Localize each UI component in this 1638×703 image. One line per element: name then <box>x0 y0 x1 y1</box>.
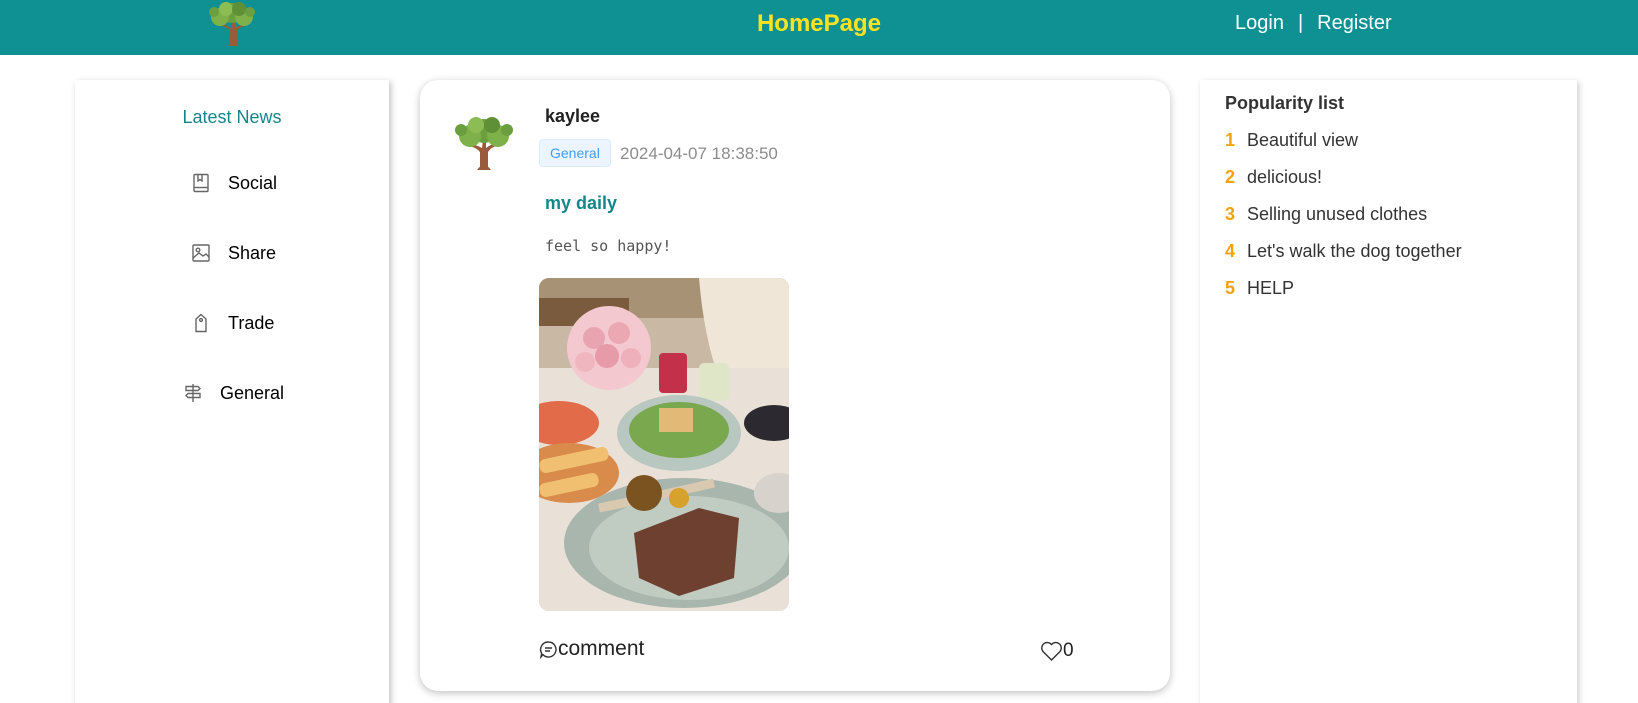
post-card: kaylee General 2024-04-07 18:38:50 my da… <box>420 80 1170 691</box>
popularity-panel: Popularity list 1 Beautiful view 2 delic… <box>1200 80 1577 703</box>
post-photo[interactable] <box>539 278 789 611</box>
user-avatar[interactable] <box>450 114 518 172</box>
auth-separator: | <box>1297 12 1304 34</box>
popularity-title: Popularity list <box>1225 93 1345 113</box>
page-title: HomePage <box>756 10 882 37</box>
price-tag-icon <box>190 312 212 334</box>
register-link[interactable]: Register <box>1317 12 1391 35</box>
popularity-item[interactable]: 5 HELP <box>1225 278 1294 299</box>
sidebar-item-trade[interactable]: Trade <box>190 312 274 334</box>
image-icon <box>190 242 212 264</box>
popularity-item[interactable]: 4 Let's walk the dog together <box>1225 241 1462 262</box>
category-tag: General <box>539 139 611 167</box>
auth-links: Login | Register <box>1235 12 1392 35</box>
popularity-item-label: Let's walk the dog together <box>1247 241 1462 261</box>
sidebar-item-share[interactable]: Share <box>190 242 276 264</box>
post-timestamp: 2024-04-07 18:38:50 <box>620 144 778 163</box>
popularity-item[interactable]: 1 Beautiful view <box>1225 130 1358 151</box>
comment-label: comment <box>558 637 645 660</box>
book-icon <box>190 172 212 194</box>
popularity-item-label: Selling unused clothes <box>1247 204 1428 224</box>
post-username[interactable]: kaylee <box>545 106 600 127</box>
top-navbar: HomePage Login | Register <box>0 0 1638 55</box>
rank-number: 5 <box>1225 278 1236 298</box>
signpost-icon <box>182 382 204 404</box>
rank-number: 4 <box>1225 241 1236 261</box>
popularity-item-label: delicious! <box>1247 167 1323 187</box>
sidebar-title: Latest News <box>182 107 282 127</box>
popularity-item[interactable]: 3 Selling unused clothes <box>1225 204 1427 225</box>
sidebar-item-general[interactable]: General <box>182 382 284 404</box>
like-count: 0 <box>1063 640 1074 661</box>
post-body: feel so happy! <box>545 237 672 255</box>
heart-icon <box>1040 640 1063 662</box>
like-button[interactable]: 0 <box>1040 640 1074 662</box>
comment-bubble-icon <box>539 640 558 659</box>
latest-news-sidebar: Latest News Social Share Trade General <box>75 80 389 703</box>
rank-number: 1 <box>1225 130 1236 150</box>
post-title[interactable]: my daily <box>545 193 617 214</box>
sidebar-item-social[interactable]: Social <box>190 172 277 194</box>
comment-button[interactable]: comment <box>539 637 644 661</box>
sidebar-item-label: General <box>220 382 285 403</box>
popularity-item-label: Beautiful view <box>1247 130 1359 150</box>
sidebar-item-label: Social <box>228 172 278 193</box>
login-link[interactable]: Login <box>1235 12 1284 35</box>
sidebar-item-label: Share <box>228 242 277 263</box>
rank-number: 2 <box>1225 167 1236 187</box>
popularity-item-label: HELP <box>1247 278 1295 298</box>
popularity-item[interactable]: 2 delicious! <box>1225 167 1322 188</box>
sidebar-item-label: Trade <box>228 312 275 333</box>
rank-number: 3 <box>1225 204 1236 224</box>
